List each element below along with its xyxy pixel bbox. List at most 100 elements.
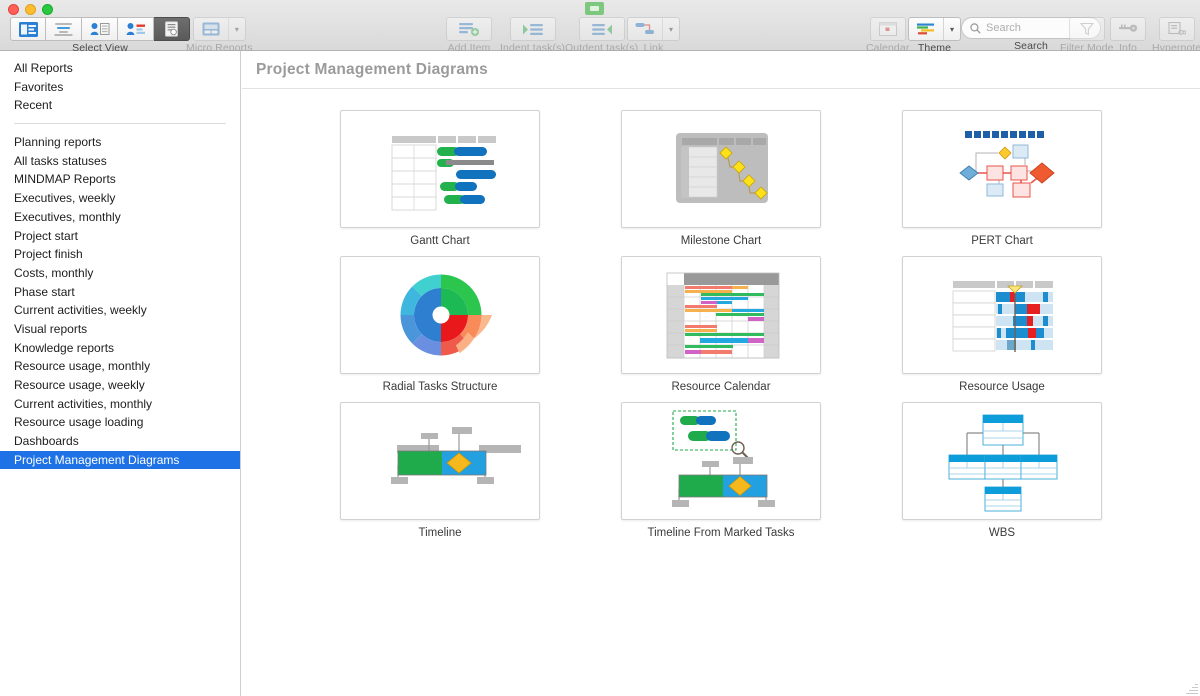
resource-usage-thumbnail [952,281,1053,352]
add-item-button[interactable] [446,17,492,41]
timeline-from-marked-tasks-thumbnail [672,410,775,507]
view-tasks-button[interactable] [46,17,82,41]
indent-tasks-button[interactable] [509,17,556,41]
sidebar-item-favorites[interactable]: Favorites [0,78,240,97]
sidebar-item-resource-usage-weekly[interactable]: Resource usage, weekly [0,376,240,395]
chevron-down-icon: ▾ [227,18,245,40]
diagram-card-milestone-chart[interactable] [621,110,821,228]
sidebar-item-label: Project finish [14,247,83,262]
sidebar-item-all-reports[interactable]: All Reports [0,59,240,78]
diagram-label-milestone-chart: Milestone Chart [680,235,762,247]
diagram-card-gantt-chart[interactable] [340,110,540,228]
sidebar-item-dashboards[interactable]: Dashboards [0,432,240,451]
diagram-cell-radial-tasks-structure: Radial Tasks Structure [340,256,540,393]
sidebar-item-label: Dashboards [14,434,79,449]
toolbar-group-select-view: Select View [10,17,190,54]
sidebar-item-knowledge-reports[interactable]: Knowledge reports [0,339,240,358]
diagram-card-timeline[interactable] [340,402,540,520]
radial-tasks-structure-thumbnail [400,274,492,356]
chevron-down-icon: ▾ [662,18,679,40]
sidebar-item-costs-monthly[interactable]: Costs, monthly [0,264,240,283]
sidebar-item-planning-reports[interactable]: Planning reports [0,133,240,152]
sidebar-report-list: Planning reports All tasks statuses MINDMA… [0,133,240,470]
hypernote-icon [1168,22,1186,35]
sidebar-item-recent[interactable]: Recent [0,96,240,115]
sidebar-item-label: All Reports [14,61,73,75]
toolbar-group-indent: Indent task(s) [500,17,565,54]
sidebar-item-resource-usage-monthly[interactable]: Resource usage, monthly [0,357,240,376]
sidebar-item-mindmap-reports[interactable]: MINDMAP Reports [0,170,240,189]
info-button[interactable] [1110,17,1146,41]
toolbar-group-add-item: Add Item [446,17,492,54]
resource-calendar-thumbnail [666,272,780,359]
theme-button[interactable]: ▾ [908,17,961,41]
pert-chart-thumbnail [959,131,1055,198]
timeline-thumbnail [391,427,521,484]
sidebar-top-list: All Reports Favorites Recent [0,59,240,115]
link-button[interactable]: ▾ [627,17,680,41]
diagram-label-radial-tasks-structure: Radial Tasks Structure [382,381,498,393]
filter-mode-button[interactable] [1068,17,1105,41]
calendar-button[interactable] [869,17,906,41]
diagram-card-radial-tasks-structure[interactable] [340,256,540,374]
diagram-cell-timeline-from-marked-tasks: Timeline From Marked Tasks [621,402,821,539]
link-icon [628,18,662,40]
diagram-card-wbs[interactable] [902,402,1102,520]
diagram-card-pert-chart[interactable] [902,110,1102,228]
milestone-chart-thumbnail [676,133,768,203]
app-body: All Reports Favorites Recent Planning repo… [0,51,1200,696]
diagram-cell-resource-usage: Resource Usage [902,256,1102,393]
reports-sidebar[interactable]: All Reports Favorites Recent Planning repo… [0,51,241,696]
sidebar-item-label: Planning reports [14,135,102,150]
toolbar-group-theme: ▾ Theme [908,17,961,54]
sidebar-item-current-activities-monthly[interactable]: Current activities, monthly [0,395,240,414]
view-resource-usage-button[interactable] [118,17,154,41]
diagram-cell-wbs: WBS [902,402,1102,539]
traffic-lights [8,4,53,15]
micro-reports-button[interactable]: ▾ [192,17,246,41]
sidebar-item-all-tasks-statuses[interactable]: All tasks statuses [0,152,240,171]
green-badge-icon [585,2,604,15]
sidebar-item-current-activities-weekly[interactable]: Current activities, weekly [0,301,240,320]
sidebar-item-project-finish[interactable]: Project finish [0,245,240,264]
sidebar-item-project-start[interactable]: Project start [0,227,240,246]
sidebar-item-label: Executives, monthly [14,209,121,224]
diagram-card-resource-usage[interactable] [902,256,1102,374]
sidebar-item-executives-monthly[interactable]: Executives, monthly [0,208,240,227]
close-window-button[interactable] [8,4,19,15]
view-gantt-button[interactable] [10,17,46,41]
diagram-cell-gantt-chart: Gantt Chart [340,110,540,247]
diagram-label-resource-calendar: Resource Calendar [671,381,771,393]
sidebar-item-visual-reports[interactable]: Visual reports [0,320,240,339]
search-icon [970,22,981,34]
diagram-card-resource-calendar[interactable] [621,256,821,374]
diagram-label-timeline-from-marked-tasks: Timeline From Marked Tasks [647,527,795,539]
view-reports-button[interactable] [154,17,190,41]
diagram-cell-timeline: Timeline [340,402,540,539]
micro-reports-icon [194,18,228,40]
outdent-tasks-button[interactable] [578,17,625,41]
sidebar-item-resource-usage-loading[interactable]: Resource usage loading [0,413,240,432]
content-header: Project Management Diagrams [242,51,1200,89]
sidebar-item-project-management-diagrams[interactable]: Project Management Diagrams [0,450,240,470]
minimize-window-button[interactable] [25,4,36,15]
diagram-label-wbs: WBS [988,527,1016,539]
theme-icon [909,18,943,40]
sidebar-item-phase-start[interactable]: Phase start [0,283,240,302]
toolbar-group-calendar: Calendar [866,17,909,54]
diagram-card-timeline-from-marked-tasks[interactable] [621,402,821,520]
hypernote-button[interactable] [1158,17,1195,41]
sidebar-item-executives-weekly[interactable]: Executives, weekly [0,189,240,208]
sidebar-item-label: Resource usage loading [14,415,144,430]
toolbar-group-micro-reports: ▾ Micro Reports [186,17,253,54]
maximize-window-button[interactable] [42,4,53,15]
resize-grip[interactable] [1186,682,1198,694]
view-resources-button[interactable] [82,17,118,41]
sidebar-item-label: Visual reports [14,321,88,336]
chevron-down-icon: ▾ [943,18,960,40]
sidebar-item-label: Recent [14,98,53,113]
sidebar-item-label: All tasks statuses [14,153,107,168]
sidebar-item-label: Favorites [14,79,64,94]
sidebar-item-label: Resource usage, weekly [14,378,145,392]
sidebar-item-label: Project start [14,228,79,243]
